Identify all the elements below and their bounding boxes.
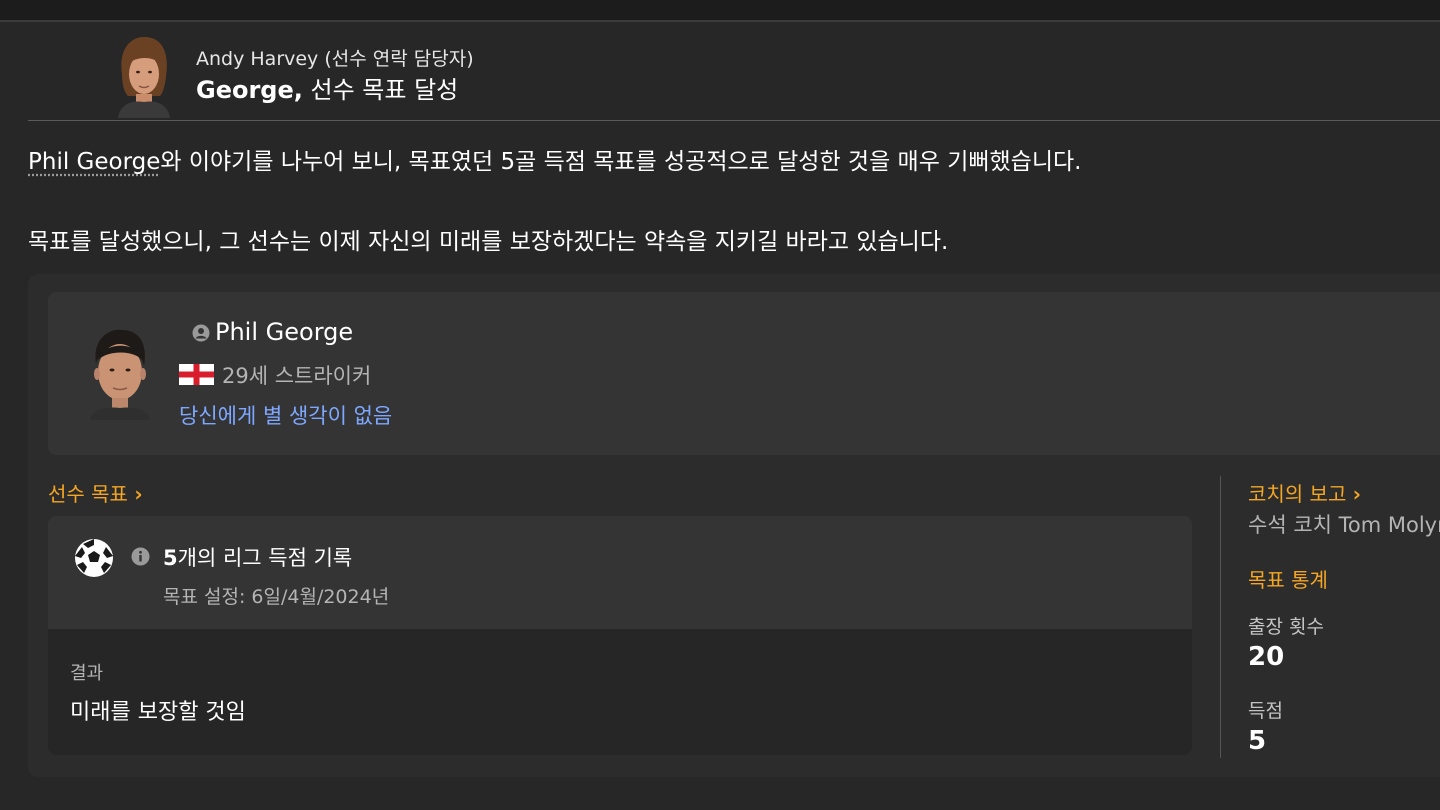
top-bar bbox=[0, 0, 1440, 22]
chevron-right-icon: › bbox=[1352, 482, 1361, 506]
person-icon bbox=[192, 324, 210, 342]
sender-name[interactable]: Andy Harvey (선수 연락 담당자) bbox=[196, 44, 474, 71]
appearances-value: 20 bbox=[1248, 642, 1285, 672]
goal-set-date: 목표 설정: 6일/4월/2024년 bbox=[163, 586, 390, 608]
player-avatar bbox=[90, 329, 150, 420]
coach-report-link[interactable]: 코치의 보고 › bbox=[1248, 478, 1361, 507]
result-label: 결과 bbox=[70, 663, 104, 684]
goal-count: 5 bbox=[163, 546, 178, 570]
appearances-label: 출장 횟수 bbox=[1248, 616, 1324, 638]
goal-text: 개의 리그 득점 기록 bbox=[177, 546, 353, 570]
goal-description: 5개의 리그 득점 기록 bbox=[163, 542, 352, 572]
player-link[interactable]: Phil George bbox=[28, 149, 160, 175]
result-value: 미래를 보장할 것임 bbox=[70, 700, 246, 725]
goals-value: 5 bbox=[1248, 726, 1267, 756]
header-divider bbox=[28, 120, 1440, 121]
player-name[interactable]: Phil George bbox=[215, 318, 353, 346]
result-card bbox=[48, 629, 1192, 755]
column-divider bbox=[1220, 476, 1221, 758]
player-goals-link[interactable]: 선수 목표 › bbox=[48, 478, 143, 507]
body-line1-text: 와 이야기를 나누어 보니, 목표였던 5골 득점 목표를 성공적으로 달성한 … bbox=[160, 149, 1082, 175]
goals-label: 득점 bbox=[1248, 700, 1283, 722]
football-icon bbox=[75, 539, 113, 577]
goals-title-label: 선수 목표 bbox=[48, 482, 128, 506]
chevron-right-icon: › bbox=[134, 482, 143, 506]
england-flag-icon bbox=[179, 364, 214, 385]
sender-avatar bbox=[112, 34, 176, 118]
subject-bold: George, bbox=[196, 76, 303, 104]
message-header: Andy Harvey (선수 연락 담당자) George, 선수 목표 달성 bbox=[112, 34, 1440, 118]
info-icon[interactable] bbox=[131, 547, 150, 566]
message-subject: George, 선수 목표 달성 bbox=[196, 70, 458, 105]
goal-stats-title: 목표 통계 bbox=[1248, 568, 1328, 592]
coach-name: 수석 코치 Tom Molyneux bbox=[1248, 513, 1440, 537]
message-body-line1: Phil George와 이야기를 나누어 보니, 목표였던 5골 득점 목표를… bbox=[28, 142, 1081, 176]
player-opinion[interactable]: 당신에게 별 생각이 없음 bbox=[179, 400, 392, 430]
message-body-line2: 목표를 달성했으니, 그 선수는 이제 자신의 미래를 보장하겠다는 약속을 지… bbox=[28, 229, 949, 255]
coach-title-label: 코치의 보고 bbox=[1248, 482, 1347, 506]
subject-rest: 선수 목표 달성 bbox=[302, 76, 459, 104]
player-age-position: 29세 스트라이커 bbox=[222, 364, 372, 388]
goal-card bbox=[48, 516, 1192, 629]
